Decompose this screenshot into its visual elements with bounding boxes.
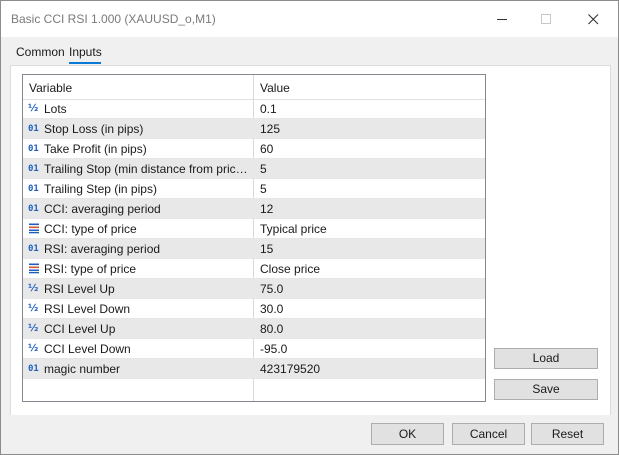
table-row[interactable]: ½ Lots 0.1 [23,99,485,119]
inputs-panel: Variable Value ½ Lots 0.1 01 Stop Loss (in p… [10,65,611,417]
variable-cell: Trailing Stop (min distance from price t… [44,162,249,176]
parameters-grid[interactable]: Variable Value ½ Lots 0.1 01 Stop Loss (in p… [22,74,486,402]
double-icon: ½ [28,343,39,354]
variable-cell: CCI Level Up [44,322,116,336]
value-cell[interactable]: 5 [260,182,480,196]
table-row[interactable]: RSI: type of price Close price [23,259,485,279]
variable-cell: RSI: type of price [44,262,137,276]
variable-cell: Stop Loss (in pips) [44,122,144,136]
column-header-variable[interactable]: Variable [29,81,72,95]
integer-icon: 01 [28,364,39,374]
column-header-value[interactable]: Value [260,81,290,95]
reset-button[interactable]: Reset [531,423,604,445]
value-cell[interactable]: 60 [260,142,480,156]
value-cell[interactable]: 423179520 [260,362,480,376]
value-cell[interactable]: 12 [260,202,480,216]
minimize-button[interactable] [482,1,522,37]
variable-cell: Take Profit (in pips) [44,142,147,156]
variable-cell: CCI: type of price [44,222,137,236]
double-icon: ½ [28,303,39,314]
grid-rows: ½ Lots 0.1 01 Stop Loss (in pips) 125 01 Take P… [23,99,485,379]
table-row[interactable]: 01 Stop Loss (in pips) 125 [23,119,485,139]
maximize-button[interactable] [526,1,566,37]
value-cell[interactable]: Close price [260,262,480,276]
dialog-footer: OK Cancel Reset [1,415,618,454]
save-button[interactable]: Save [494,379,598,400]
value-cell[interactable]: 15 [260,242,480,256]
maximize-icon [541,14,551,24]
variable-cell: RSI: averaging period [44,242,161,256]
load-button[interactable]: Load [494,348,598,369]
table-row[interactable]: 01 RSI: averaging period 15 [23,239,485,259]
value-cell[interactable]: 30.0 [260,302,480,316]
integer-icon: 01 [28,124,39,134]
table-row[interactable]: ½ CCI Level Up 80.0 [23,319,485,339]
active-tab-indicator [69,62,101,64]
table-row[interactable]: ½ CCI Level Down -95.0 [23,339,485,359]
tab-inputs[interactable]: Inputs [69,45,102,59]
value-cell[interactable]: 80.0 [260,322,480,336]
integer-icon: 01 [28,184,39,194]
integer-icon: 01 [28,244,39,254]
table-row[interactable]: 01 magic number 423179520 [23,359,485,379]
table-row[interactable]: 01 Trailing Stop (min distance from price… [23,159,485,179]
value-cell[interactable]: 125 [260,122,480,136]
input-parameters-dialog: Basic CCI RSI 1.000 (XAUUSD_o,M1) Common… [0,0,619,455]
integer-icon: 01 [28,164,39,174]
value-cell[interactable]: 75.0 [260,282,480,296]
title-bar[interactable]: Basic CCI RSI 1.000 (XAUUSD_o,M1) [1,1,618,37]
enum-icon [28,262,42,276]
table-row[interactable]: ½ RSI Level Down 30.0 [23,299,485,319]
variable-cell: CCI Level Down [44,342,131,356]
double-icon: ½ [28,103,39,114]
double-icon: ½ [28,323,39,334]
variable-cell: CCI: averaging period [44,202,161,216]
value-cell[interactable]: -95.0 [260,342,480,356]
value-cell[interactable]: 5 [260,162,480,176]
window-title: Basic CCI RSI 1.000 (XAUUSD_o,M1) [11,12,216,26]
variable-cell: RSI Level Up [44,282,115,296]
double-icon: ½ [28,283,39,294]
integer-icon: 01 [28,144,39,154]
close-button[interactable] [573,1,613,37]
grid-header: Variable Value [23,75,485,100]
variable-cell: Trailing Step (in pips) [44,182,157,196]
value-cell[interactable]: Typical price [260,222,480,236]
table-row[interactable]: 01 Take Profit (in pips) 60 [23,139,485,159]
table-row[interactable]: 01 Trailing Step (in pips) 5 [23,179,485,199]
tab-bar: Common Inputs [1,37,618,65]
ok-button[interactable]: OK [371,423,444,445]
tab-common[interactable]: Common [16,45,65,59]
cancel-button[interactable]: Cancel [452,423,525,445]
table-row[interactable]: CCI: type of price Typical price [23,219,485,239]
variable-cell: Lots [44,102,67,116]
value-cell[interactable]: 0.1 [260,102,480,116]
close-icon [588,14,599,25]
enum-icon [28,222,42,236]
variable-cell: RSI Level Down [44,302,131,316]
minimize-icon [497,19,507,20]
table-row[interactable]: ½ RSI Level Up 75.0 [23,279,485,299]
integer-icon: 01 [28,204,39,214]
variable-cell: magic number [44,362,121,376]
table-row[interactable]: 01 CCI: averaging period 12 [23,199,485,219]
